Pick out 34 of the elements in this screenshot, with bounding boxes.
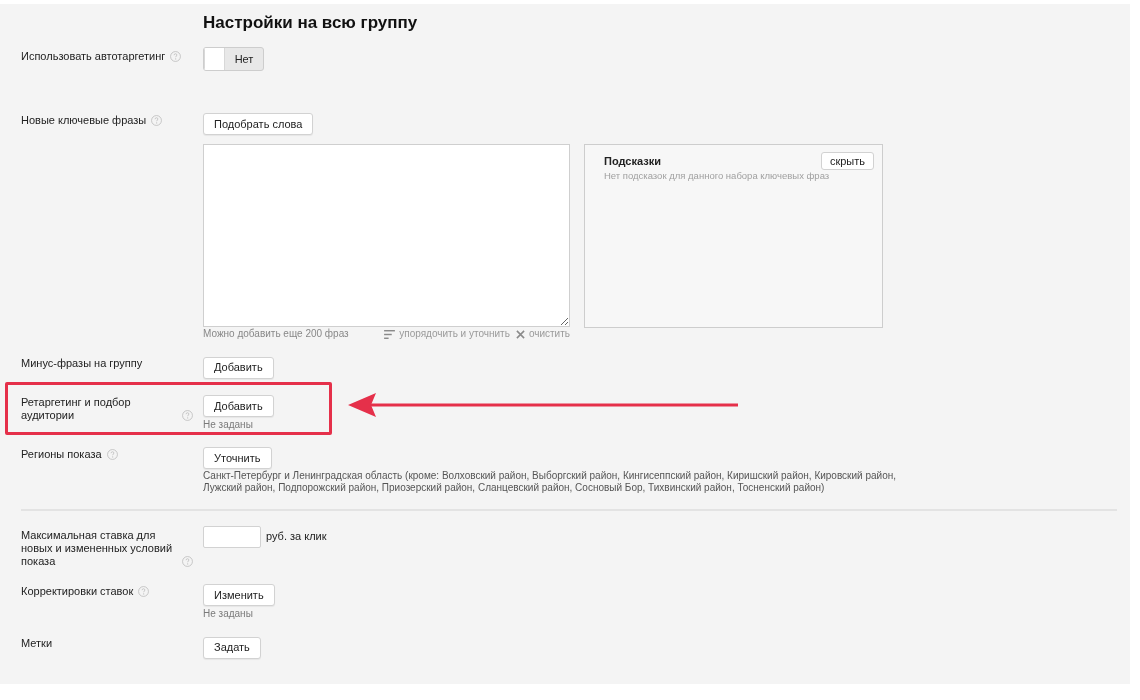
help-icon[interactable] [151,115,163,126]
hints-title: Подсказки [604,154,661,169]
unit-label: руб. за клик [266,530,327,543]
field-label: Использовать автотаргетинг [21,50,166,63]
page-title: Настройки на всю группу [203,13,418,33]
help-icon[interactable] [182,556,193,567]
phrase-limit-note: Можно добавить еще 200 фраз [203,328,349,341]
status-note: Не заданы [203,418,254,431]
action-button[interactable]: Задать [203,636,261,659]
keywords-textarea[interactable] [203,144,570,328]
action-button[interactable]: Добавить [203,394,274,417]
action-button[interactable]: Уточнить [203,447,272,469]
field-label: Минус-фразы на группу [21,357,143,371]
field-label: Новые ключевые фразы [21,114,147,127]
help-icon[interactable] [170,51,182,62]
field-label: Максимальная ставка для новых и измененных условий показа [21,529,174,568]
field-label: Регионы показа [21,447,102,461]
sort-lines-icon [384,329,396,339]
action-button[interactable]: Добавить [203,356,274,379]
regions-list: Санкт-Петербург и Ленинградская область (кроме: Волховский район, Выборгский район, Кингисеппский район, Киришский район, Кировский район, Лужский район, Подпорожский район, Приозерский район, Сланцевский район, Сосновый Бор, Тихвинский район, Тосненский район) [203,470,903,494]
help-icon[interactable] [182,409,193,421]
help-icon[interactable] [138,586,150,597]
field-label: Метки [21,637,53,651]
toggle-switch[interactable]: Нет [203,47,264,71]
bid-input[interactable] [203,526,261,548]
hide-button[interactable]: скрыть [820,152,874,171]
hints-empty-text: Нет подсказок для данного набора ключевых фраз [604,170,831,183]
action-button[interactable]: Изменить [203,584,275,607]
help-icon[interactable] [106,448,118,460]
field-label: Корректировки ставок [21,585,134,598]
x-icon [515,329,525,339]
status-note: Не заданы [203,608,254,621]
pick-words-button[interactable]: Подобрать слова [203,113,314,136]
field-label: Ретаргетинг и подбор аудитории [21,395,132,422]
